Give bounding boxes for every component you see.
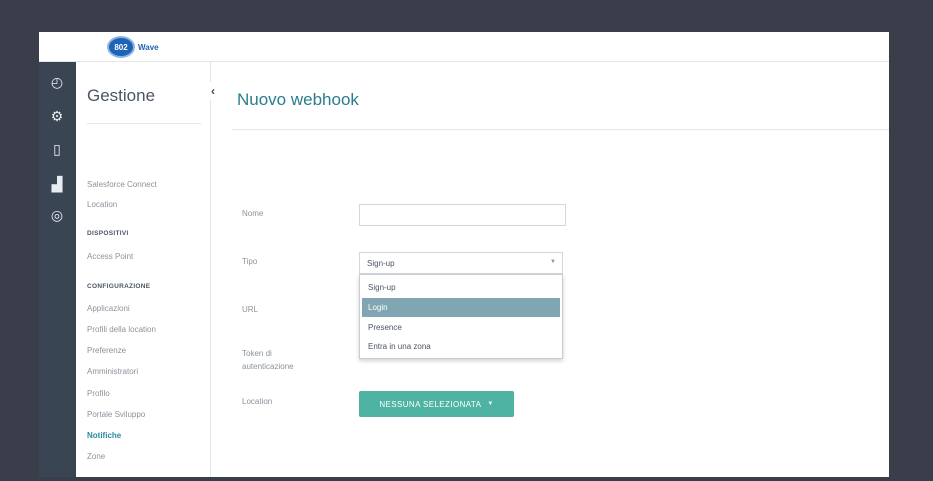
nav-item-salesforce-connect[interactable]: Salesforce Connect — [87, 180, 157, 189]
network-settings-icon[interactable]: ⚙ — [45, 104, 69, 128]
logo-text: Wave — [138, 42, 159, 52]
type-select[interactable]: Sign-up ▼ — [359, 252, 563, 274]
nav-item-profili-location[interactable]: Profili della location — [87, 325, 156, 334]
analytics-icon[interactable]: ▟ — [45, 172, 69, 196]
location-button-label: NESSUNA SELEZIONATA — [379, 399, 482, 409]
main-content: Nuovo webhook Nome Tipo Sign-up ▼ URL To… — [211, 62, 889, 477]
nav-item-applicazioni[interactable]: Applicazioni — [87, 304, 130, 313]
page-title: Nuovo webhook — [237, 90, 359, 109]
dropdown-option-sign-up[interactable]: Sign-up — [362, 278, 560, 297]
token-label-line1: Token di — [242, 349, 272, 358]
logo-badge: 802 — [107, 36, 135, 58]
nav-item-amministratori[interactable]: Amministratori — [87, 367, 138, 376]
type-select-value: Sign-up — [367, 259, 395, 268]
dashboard-icon[interactable]: ◴ — [45, 70, 69, 94]
target-icon[interactable]: ◎ — [45, 203, 69, 227]
type-label: Tipo — [242, 257, 258, 266]
type-dropdown-menu: Sign-up Login Presence Entra in una zona — [359, 274, 563, 359]
nav-item-portale-sviluppo[interactable]: Portale Sviluppo — [87, 410, 145, 419]
dropdown-option-login[interactable]: Login — [362, 298, 560, 317]
dropdown-option-entra-zona[interactable]: Entra in una zona — [362, 337, 560, 356]
token-label-line2: autenticazione — [242, 362, 294, 371]
location-select-button[interactable]: NESSUNA SELEZIONATA ▼ — [359, 391, 514, 417]
nav-section-configuration: CONFIGURAZIONE — [87, 283, 151, 290]
chevron-down-icon: ▼ — [487, 401, 494, 407]
nav-item-preferenze[interactable]: Preferenze — [87, 346, 126, 355]
nav-item-notifiche[interactable]: Notifiche — [87, 431, 121, 440]
nav-section-devices: DISPOSITIVI — [87, 230, 129, 237]
url-label: URL — [242, 305, 259, 314]
token-label: Token di autenticazione — [242, 347, 294, 373]
name-input[interactable] — [359, 204, 566, 226]
nav-item-zone[interactable]: Zone — [87, 452, 105, 461]
name-label: Nome — [242, 209, 264, 218]
title-divider — [232, 129, 889, 130]
nav-item-profilo[interactable]: Profilo — [87, 389, 110, 398]
chevron-down-icon: ▼ — [550, 259, 556, 265]
top-bar: 802 Wave — [39, 32, 889, 62]
icon-rail: ◴ ⚙ ▯ ▟ ◎ — [39, 62, 76, 477]
nav-item-access-point[interactable]: Access Point — [87, 252, 133, 261]
location-label: Location — [242, 397, 273, 406]
sidenav-divider — [87, 123, 201, 124]
side-navigation: Gestione Salesforce Connect Location DIS… — [76, 62, 211, 477]
sidenav-title: Gestione — [87, 86, 156, 105]
dropdown-option-presence[interactable]: Presence — [362, 318, 560, 337]
brand-logo[interactable]: 802 Wave — [107, 36, 159, 58]
app-window: 802 Wave ◴ ⚙ ▯ ▟ ◎ Gestione Salesforce C… — [39, 32, 889, 477]
nav-item-location[interactable]: Location — [87, 200, 117, 209]
devices-icon[interactable]: ▯ — [45, 137, 69, 161]
